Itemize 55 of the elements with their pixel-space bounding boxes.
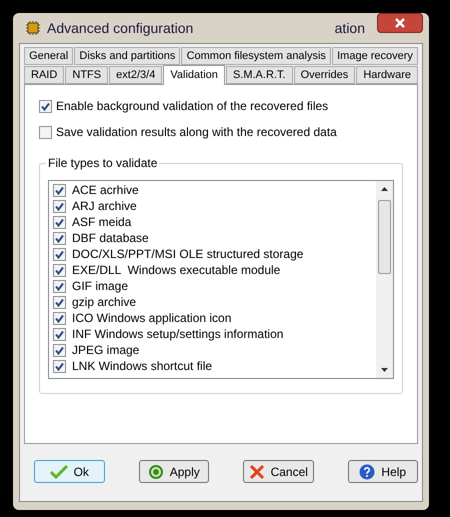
checkbox[interactable] — [53, 184, 66, 196]
checkbox[interactable] — [53, 296, 66, 308]
file-type-label[interactable]: DBF database — [72, 229, 149, 247]
checkbox[interactable] — [53, 328, 66, 340]
dialog-button[interactable]: Cancel — [243, 460, 314, 483]
file-type-label[interactable]: INF Windows setup/settings information — [72, 325, 284, 343]
file-type-label[interactable]: JPEG image — [72, 341, 140, 359]
checkbox[interactable] — [53, 280, 66, 292]
help-icon — [359, 464, 376, 480]
scroll-thumb[interactable] — [378, 200, 391, 274]
file-type-label[interactable]: ACE acrhive — [72, 181, 139, 199]
tab[interactable]: Disks and partitions — [74, 47, 180, 65]
dialog-button[interactable]: Help — [348, 460, 418, 483]
file-type-label[interactable]: ARJ archive — [72, 197, 137, 215]
checkbox[interactable] — [53, 344, 66, 356]
tab[interactable]: S.M.A.R.T. — [226, 66, 293, 84]
tab[interactable]: NTFS — [65, 66, 108, 84]
refresh-icon — [148, 464, 164, 480]
file-type-label[interactable]: ICO Windows application icon — [72, 309, 232, 327]
dialog-button[interactable]: Apply — [138, 460, 209, 483]
chip-icon — [25, 20, 41, 36]
file-type-label[interactable]: GIF image — [72, 277, 128, 295]
tab[interactable]: RAID — [24, 66, 64, 84]
tab[interactable]: Overrides — [294, 66, 356, 84]
option-label[interactable]: Enable background validation of the recovered files — [56, 97, 328, 115]
checkbox[interactable] — [53, 232, 66, 244]
scrollbar[interactable] — [376, 181, 393, 378]
file-type-label[interactable]: LNK Windows shortcut file — [72, 357, 212, 375]
tab[interactable]: Validation — [163, 65, 225, 85]
checkbox[interactable] — [53, 264, 66, 276]
close-button[interactable] — [377, 13, 423, 33]
checkbox[interactable] — [39, 100, 52, 112]
checkbox[interactable] — [39, 126, 52, 138]
tab[interactable]: General — [24, 47, 74, 65]
checkmark-icon — [50, 464, 68, 478]
dialog-button[interactable]: Ok — [34, 460, 104, 483]
file-type-label[interactable]: DOC/XLS/PPT/MSI OLE structured storage — [72, 245, 304, 263]
tab[interactable]: Common filesystem analysis — [181, 47, 332, 65]
checkbox[interactable] — [53, 360, 66, 372]
tab[interactable]: Image recovery — [332, 47, 418, 65]
close-icon — [394, 18, 406, 28]
cross-icon — [248, 464, 265, 480]
file-type-label[interactable]: ASF meida — [72, 213, 132, 231]
checkbox[interactable] — [53, 312, 66, 324]
checkbox[interactable] — [53, 200, 66, 212]
option-label[interactable]: Save validation results along with the recovered data — [56, 123, 337, 141]
file-type-label[interactable]: EXE/DLL Windows executable module — [72, 261, 280, 279]
checkbox[interactable] — [53, 216, 66, 228]
file-type-label[interactable]: gzip archive — [72, 293, 136, 311]
window-title: ation — [334, 18, 365, 38]
tab[interactable]: Hardware — [356, 66, 418, 84]
tab[interactable]: ext2/3/4 — [109, 66, 162, 84]
window-title: Advanced configuration — [47, 18, 194, 38]
group-title: File types to validate — [46, 155, 160, 171]
checkbox[interactable] — [53, 248, 66, 260]
